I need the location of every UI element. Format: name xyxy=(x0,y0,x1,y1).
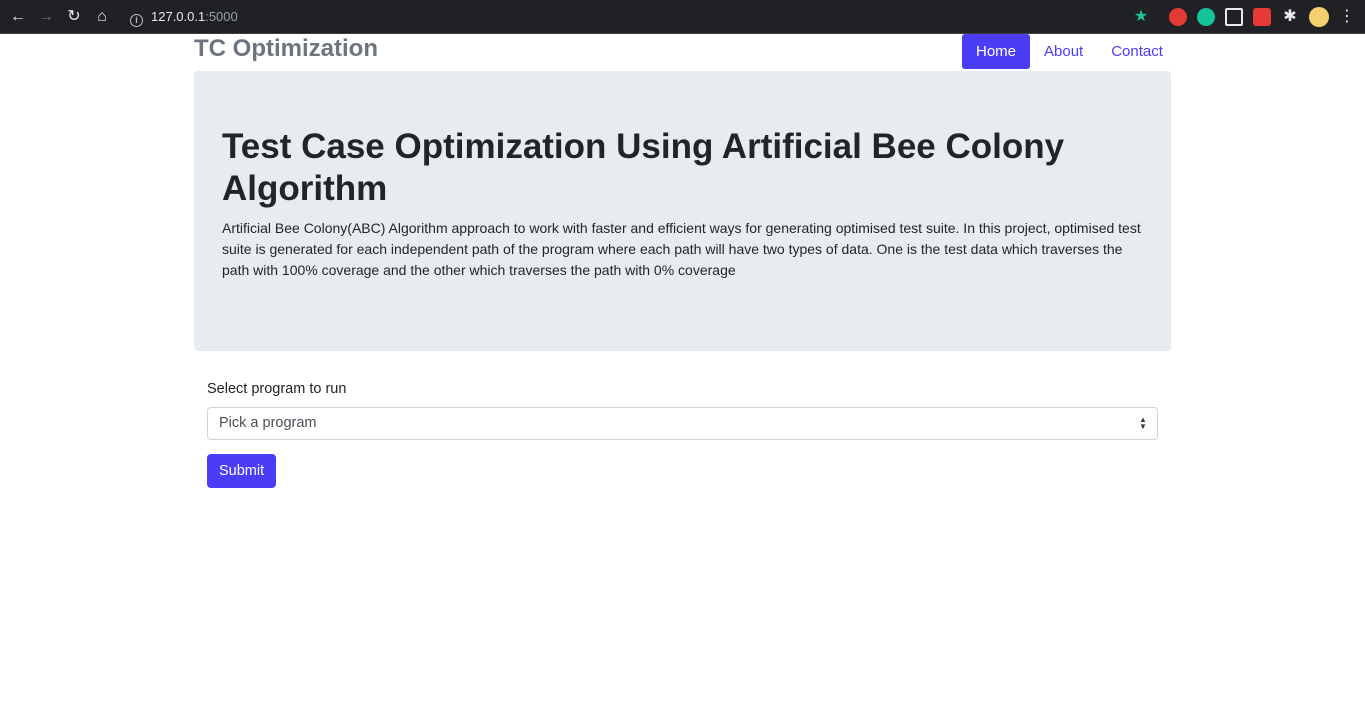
page-description: Artificial Bee Colony(ABC) Algorithm app… xyxy=(222,220,1141,278)
extension-window-icon[interactable] xyxy=(1225,8,1243,26)
submit-button[interactable]: Submit xyxy=(207,454,277,488)
reload-icon[interactable]: ↻ xyxy=(65,8,83,26)
url-host: 127.0.0.1 xyxy=(151,9,206,24)
navbar-links: Home About Contact xyxy=(962,34,1177,69)
program-select-label: Select program to run xyxy=(207,381,347,397)
extension-red-icon[interactable] xyxy=(1169,8,1187,26)
nav-link-home[interactable]: Home xyxy=(962,34,1031,69)
bookmark-star-icon[interactable]: ★ xyxy=(1132,8,1150,26)
home-icon[interactable]: ⌂ xyxy=(93,8,111,26)
navbar-brand[interactable]: TC Optimization xyxy=(194,35,378,63)
info-icon[interactable]: i xyxy=(130,14,143,27)
profile-avatar[interactable] xyxy=(1309,7,1329,27)
back-icon[interactable]: ← xyxy=(9,8,27,26)
select-caret-icon: ▲ ▼ xyxy=(1139,415,1147,431)
nav-link-about[interactable]: About xyxy=(1030,34,1097,69)
jumbotron: Test Case Optimization Using Artificial … xyxy=(194,71,1171,351)
nav-link-contact[interactable]: Contact xyxy=(1097,34,1177,69)
extension-video-icon[interactable] xyxy=(1253,8,1271,26)
url-port: :5000 xyxy=(205,9,238,24)
grammarly-icon[interactable] xyxy=(1197,8,1215,26)
browser-toolbar: ← → ↻ ⌂ i 127.0.0.1:5000 ★ ✱ ⋮ xyxy=(0,0,1365,34)
menu-kebab-icon[interactable]: ⋮ xyxy=(1338,8,1356,26)
program-form: Select program to run Pick a program ▲ ▼ … xyxy=(207,378,1158,488)
program-select-value: Pick a program xyxy=(219,415,317,431)
program-select[interactable]: Pick a program ▲ ▼ xyxy=(207,407,1158,440)
forward-icon[interactable]: → xyxy=(37,8,55,26)
address-bar[interactable]: i 127.0.0.1:5000 xyxy=(130,8,238,27)
extensions-puzzle-icon[interactable]: ✱ xyxy=(1281,8,1299,26)
page-title: Test Case Optimization Using Artificial … xyxy=(222,127,1065,208)
